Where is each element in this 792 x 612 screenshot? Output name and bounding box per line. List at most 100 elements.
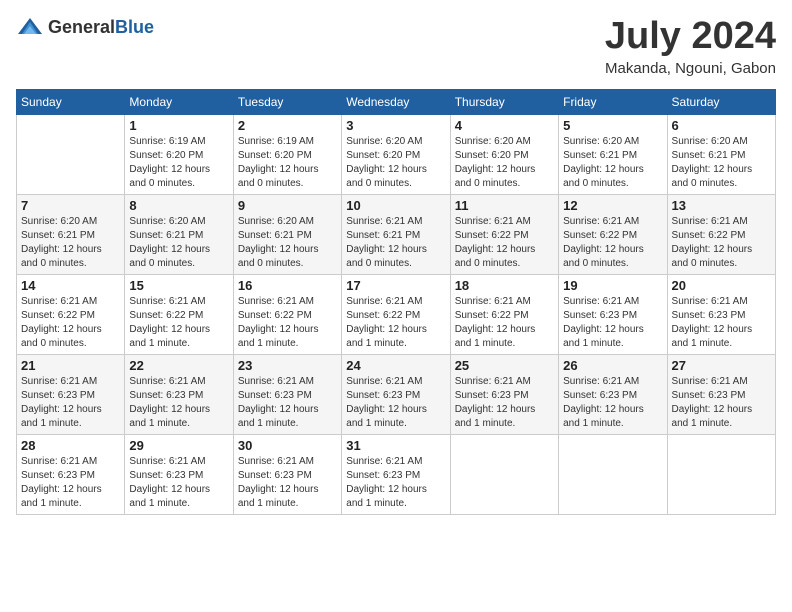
day-number: 28 bbox=[21, 438, 120, 453]
day-sun-info: Sunrise: 6:21 AMSunset: 6:23 PMDaylight:… bbox=[21, 455, 120, 511]
day-sun-info: Sunrise: 6:21 AMSunset: 6:22 PMDaylight:… bbox=[455, 295, 554, 351]
calendar-cell: 17 Sunrise: 6:21 AMSunset: 6:22 PMDayligh… bbox=[342, 274, 450, 354]
calendar-cell: 2 Sunrise: 6:19 AMSunset: 6:20 PMDaylight… bbox=[233, 114, 341, 194]
day-sun-info: Sunrise: 6:21 AMSunset: 6:23 PMDaylight:… bbox=[563, 375, 662, 431]
day-sun-info: Sunrise: 6:20 AMSunset: 6:20 PMDaylight:… bbox=[346, 135, 445, 191]
day-number: 22 bbox=[129, 358, 228, 373]
day-number: 26 bbox=[563, 358, 662, 373]
calendar-cell: 14 Sunrise: 6:21 AMSunset: 6:22 PMDayligh… bbox=[17, 274, 125, 354]
calendar-cell: 8 Sunrise: 6:20 AMSunset: 6:21 PMDaylight… bbox=[125, 194, 233, 274]
month-year-title: July 2024 bbox=[605, 16, 776, 58]
calendar-cell: 19Sunrise: 6:21 AMSunset: 6:23 PMDayligh… bbox=[559, 274, 667, 354]
day-sun-info: Sunrise: 6:20 AMSunset: 6:21 PMDaylight:… bbox=[563, 135, 662, 191]
calendar-cell: 20Sunrise: 6:21 AMSunset: 6:23 PMDayligh… bbox=[667, 274, 775, 354]
calendar-cell: 15 Sunrise: 6:21 AMSunset: 6:22 PMDayligh… bbox=[125, 274, 233, 354]
calendar-cell: 25 Sunrise: 6:21 AMSunset: 6:23 PMDayligh… bbox=[450, 354, 558, 434]
day-number: 12 bbox=[563, 198, 662, 213]
calendar-cell: 6 Sunrise: 6:20 AMSunset: 6:21 PMDaylight… bbox=[667, 114, 775, 194]
calendar-cell: 24 Sunrise: 6:21 AMSunset: 6:23 PMDayligh… bbox=[342, 354, 450, 434]
day-number: 7 bbox=[21, 198, 120, 213]
logo-general: General bbox=[48, 17, 115, 37]
calendar-cell: 21Sunrise: 6:21 AMSunset: 6:23 PMDayligh… bbox=[17, 354, 125, 434]
calendar-table: SundayMondayTuesdayWednesdayThursdayFrid… bbox=[16, 89, 776, 515]
day-sun-info: Sunrise: 6:20 AMSunset: 6:21 PMDaylight:… bbox=[238, 215, 337, 271]
calendar-cell: 3 Sunrise: 6:20 AMSunset: 6:20 PMDaylight… bbox=[342, 114, 450, 194]
day-sun-info: Sunrise: 6:21 AMSunset: 6:22 PMDaylight:… bbox=[563, 215, 662, 271]
calendar-cell bbox=[17, 114, 125, 194]
calendar-week-row: 7 Sunrise: 6:20 AMSunset: 6:21 PMDaylight… bbox=[17, 194, 776, 274]
day-number: 2 bbox=[238, 118, 337, 133]
calendar-cell: 7 Sunrise: 6:20 AMSunset: 6:21 PMDaylight… bbox=[17, 194, 125, 274]
day-sun-info: Sunrise: 6:21 AMSunset: 6:23 PMDaylight:… bbox=[346, 455, 445, 511]
calendar-cell: 28 Sunrise: 6:21 AMSunset: 6:23 PMDayligh… bbox=[17, 434, 125, 514]
day-number: 13 bbox=[672, 198, 771, 213]
day-number: 18 bbox=[455, 278, 554, 293]
day-number: 14 bbox=[21, 278, 120, 293]
day-number: 10 bbox=[346, 198, 445, 213]
day-sun-info: Sunrise: 6:21 AMSunset: 6:23 PMDaylight:… bbox=[346, 375, 445, 431]
calendar-week-row: 1 Sunrise: 6:19 AMSunset: 6:20 PMDaylight… bbox=[17, 114, 776, 194]
day-number: 27 bbox=[672, 358, 771, 373]
calendar-cell: 26 Sunrise: 6:21 AMSunset: 6:23 PMDayligh… bbox=[559, 354, 667, 434]
day-number: 30 bbox=[238, 438, 337, 453]
day-number: 15 bbox=[129, 278, 228, 293]
day-sun-info: Sunrise: 6:21 AMSunset: 6:23 PMDaylight:… bbox=[238, 375, 337, 431]
day-sun-info: Sunrise: 6:21 AMSunset: 6:23 PMDaylight:… bbox=[238, 455, 337, 511]
logo-text: GeneralBlue bbox=[48, 17, 154, 38]
calendar-cell: 27 Sunrise: 6:21 AMSunset: 6:23 PMDayligh… bbox=[667, 354, 775, 434]
location-subtitle: Makanda, Ngouni, Gabon bbox=[605, 60, 776, 77]
calendar-cell: 10 Sunrise: 6:21 AMSunset: 6:21 PMDayligh… bbox=[342, 194, 450, 274]
calendar-cell: 5 Sunrise: 6:20 AMSunset: 6:21 PMDaylight… bbox=[559, 114, 667, 194]
calendar-week-row: 28 Sunrise: 6:21 AMSunset: 6:23 PMDayligh… bbox=[17, 434, 776, 514]
logo: GeneralBlue bbox=[16, 16, 154, 38]
day-sun-info: Sunrise: 6:21 AMSunset: 6:21 PMDaylight:… bbox=[346, 215, 445, 271]
day-sun-info: Sunrise: 6:19 AMSunset: 6:20 PMDaylight:… bbox=[129, 135, 228, 191]
day-number: 23 bbox=[238, 358, 337, 373]
calendar-cell: 31 Sunrise: 6:21 AMSunset: 6:23 PMDayligh… bbox=[342, 434, 450, 514]
day-number: 3 bbox=[346, 118, 445, 133]
calendar-cell: 12 Sunrise: 6:21 AMSunset: 6:22 PMDayligh… bbox=[559, 194, 667, 274]
day-number: 29 bbox=[129, 438, 228, 453]
day-number: 25 bbox=[455, 358, 554, 373]
calendar-cell: 23 Sunrise: 6:21 AMSunset: 6:23 PMDayligh… bbox=[233, 354, 341, 434]
day-number: 19 bbox=[563, 278, 662, 293]
day-number: 16 bbox=[238, 278, 337, 293]
day-number: 31 bbox=[346, 438, 445, 453]
day-sun-info: Sunrise: 6:19 AMSunset: 6:20 PMDaylight:… bbox=[238, 135, 337, 191]
calendar-cell: 4 Sunrise: 6:20 AMSunset: 6:20 PMDaylight… bbox=[450, 114, 558, 194]
header-wednesday: Wednesday bbox=[342, 89, 450, 114]
day-sun-info: Sunrise: 6:21 AMSunset: 6:22 PMDaylight:… bbox=[129, 295, 228, 351]
title-block: July 2024 Makanda, Ngouni, Gabon bbox=[605, 16, 776, 77]
calendar-cell bbox=[450, 434, 558, 514]
header-friday: Friday bbox=[559, 89, 667, 114]
day-sun-info: Sunrise: 6:20 AMSunset: 6:21 PMDaylight:… bbox=[129, 215, 228, 271]
calendar-header-row: SundayMondayTuesdayWednesdayThursdayFrid… bbox=[17, 89, 776, 114]
header-sunday: Sunday bbox=[17, 89, 125, 114]
day-number: 6 bbox=[672, 118, 771, 133]
logo-icon bbox=[16, 16, 44, 38]
calendar-cell: 18 Sunrise: 6:21 AMSunset: 6:22 PMDayligh… bbox=[450, 274, 558, 354]
day-number: 17 bbox=[346, 278, 445, 293]
day-sun-info: Sunrise: 6:20 AMSunset: 6:20 PMDaylight:… bbox=[455, 135, 554, 191]
day-sun-info: Sunrise: 6:20 AMSunset: 6:21 PMDaylight:… bbox=[21, 215, 120, 271]
calendar-cell: 22Sunrise: 6:21 AMSunset: 6:23 PMDayligh… bbox=[125, 354, 233, 434]
calendar-cell: 9 Sunrise: 6:20 AMSunset: 6:21 PMDaylight… bbox=[233, 194, 341, 274]
day-sun-info: Sunrise: 6:20 AMSunset: 6:21 PMDaylight:… bbox=[672, 135, 771, 191]
day-number: 9 bbox=[238, 198, 337, 213]
day-sun-info: Sunrise: 6:21 AMSunset: 6:22 PMDaylight:… bbox=[21, 295, 120, 351]
day-sun-info: Sunrise: 6:21 AMSunset: 6:23 PMDaylight:… bbox=[129, 455, 228, 511]
day-number: 5 bbox=[563, 118, 662, 133]
header-monday: Monday bbox=[125, 89, 233, 114]
header-saturday: Saturday bbox=[667, 89, 775, 114]
calendar-cell: 29 Sunrise: 6:21 AMSunset: 6:23 PMDayligh… bbox=[125, 434, 233, 514]
day-number: 1 bbox=[129, 118, 228, 133]
day-sun-info: Sunrise: 6:21 AMSunset: 6:23 PMDaylight:… bbox=[672, 375, 771, 431]
day-sun-info: Sunrise: 6:21 AMSunset: 6:22 PMDaylight:… bbox=[672, 215, 771, 271]
day-number: 8 bbox=[129, 198, 228, 213]
day-sun-info: Sunrise: 6:21 AMSunset: 6:22 PMDaylight:… bbox=[346, 295, 445, 351]
day-number: 24 bbox=[346, 358, 445, 373]
day-sun-info: Sunrise: 6:21 AMSunset: 6:23 PMDaylight:… bbox=[455, 375, 554, 431]
page-header: GeneralBlue July 2024 Makanda, Ngouni, G… bbox=[16, 16, 776, 77]
day-number: 4 bbox=[455, 118, 554, 133]
day-sun-info: Sunrise: 6:21 AMSunset: 6:23 PMDaylight:… bbox=[21, 375, 120, 431]
